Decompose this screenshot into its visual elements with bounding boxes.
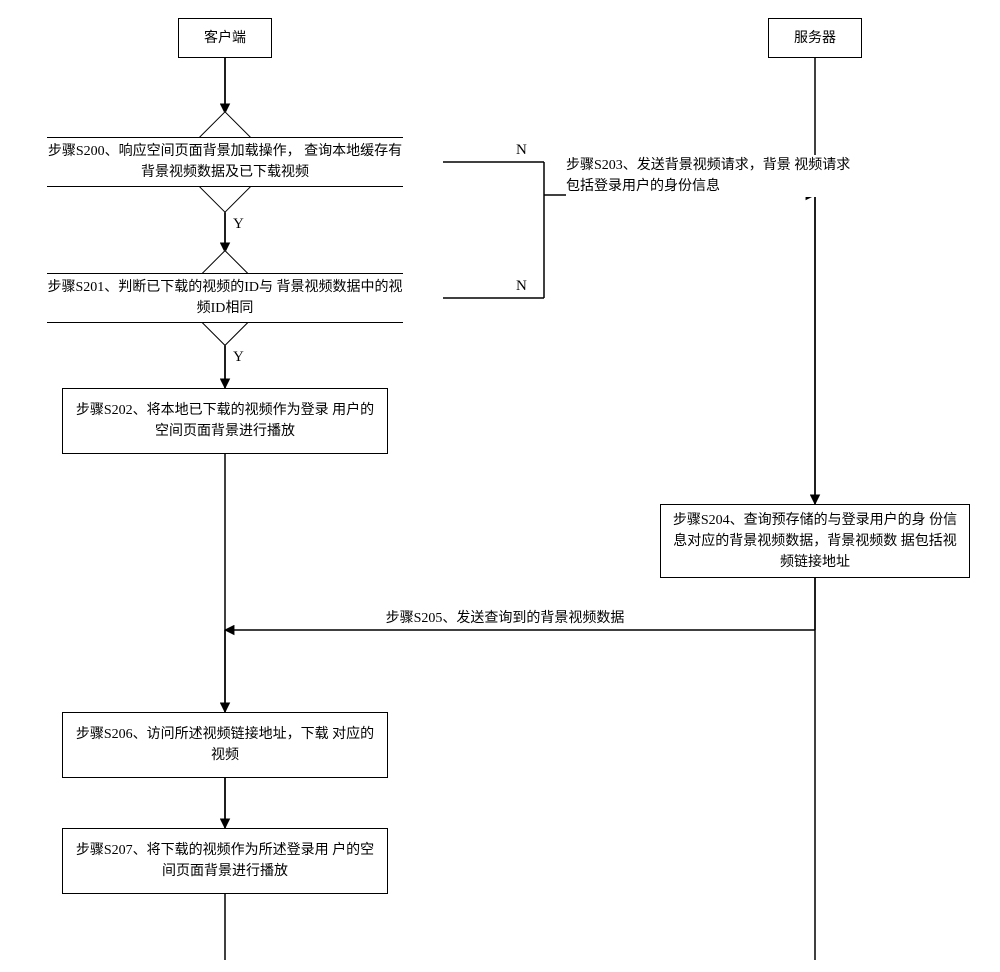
- branch-s200-yes: Y: [233, 216, 244, 233]
- process-s206: 步骤S206、访问所述视频链接地址，下载 对应的视频: [62, 712, 388, 778]
- branch-s201-yes: Y: [233, 349, 244, 366]
- decision-s201-text: 步骤S201、判断已下载的视频的ID与 背景视频数据中的视频ID相同: [7, 277, 443, 319]
- decision-s200-text: 步骤S200、响应空间页面背景加载操作， 查询本地缓存有背景视频数据及已下载视频: [7, 141, 443, 183]
- decision-s201: 步骤S201、判断已下载的视频的ID与 背景视频数据中的视频ID相同: [7, 252, 443, 344]
- message-s203: 步骤S203、发送背景视频请求，背景 视频请求包括登录用户的身份信息: [566, 155, 856, 197]
- process-s207: 步骤S207、将下载的视频作为所述登录用 户的空间页面背景进行播放: [62, 828, 388, 894]
- lane-header-server: 服务器: [768, 18, 862, 58]
- lane-header-client: 客户端: [178, 18, 272, 58]
- process-s202: 步骤S202、将本地已下载的视频作为登录 用户的空间页面背景进行播放: [62, 388, 388, 454]
- message-s205: 步骤S205、发送查询到的背景视频数据: [350, 608, 660, 629]
- branch-s200-no: N: [516, 142, 527, 159]
- flowchart-canvas: 客户端 服务器 步骤S200、响应空间页面背景加载操作， 查询本地缓存有背景视频…: [0, 0, 1000, 972]
- process-s204: 步骤S204、查询预存储的与登录用户的身 份信息对应的背景视频数据，背景视频数 …: [660, 504, 970, 578]
- branch-s201-no: N: [516, 278, 527, 295]
- decision-s200: 步骤S200、响应空间页面背景加载操作， 查询本地缓存有背景视频数据及已下载视频: [7, 113, 443, 211]
